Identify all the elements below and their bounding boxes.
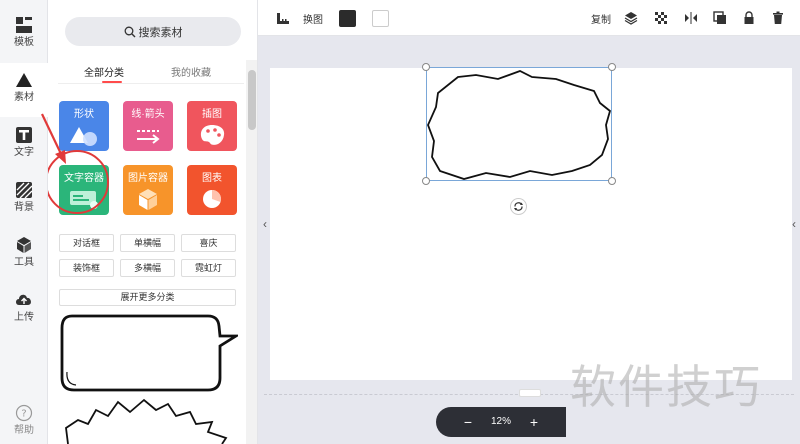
flip-icon[interactable] [684,11,698,25]
active-tab-indicator [102,81,122,83]
resize-handle-bottom-right[interactable] [608,177,616,185]
search-label: 搜索素材 [138,26,183,39]
tile-image-container[interactable]: 图片容器 [123,165,173,215]
annotation-red-arrow [41,113,66,164]
template-icon [16,17,32,33]
prev-page-arrow[interactable]: ‹ [259,214,271,234]
rail-item-template[interactable]: 模板 [0,8,48,62]
resize-handle-bottom-left[interactable] [422,177,430,185]
material-panel: 搜索素材 全部分类 我的收藏 形状 线·箭头 插图 文字容器 图片容器 图表 对… [48,0,258,444]
tile-label: 线·箭头 [131,109,165,120]
tile-label: 插图 [202,109,222,120]
tab-favorites[interactable]: 我的收藏 [171,64,211,79]
rail-label: 模板 [14,37,34,48]
tile-label: 图片容器 [128,173,168,184]
tile-label: 图表 [202,173,222,184]
selection-box[interactable] [426,67,612,181]
tag-festive[interactable]: 喜庆 [181,234,236,252]
triangle-material-icon [16,73,32,87]
panel-scrollbar[interactable] [246,60,257,444]
top-toolbar: 换图 复制 [258,0,800,36]
speech-bubble-item[interactable] [58,312,238,396]
duplicate-icon[interactable] [713,11,727,25]
next-page-arrow[interactable]: ‹ [788,214,800,234]
palette-icon [200,125,225,145]
resize-handle-top-right[interactable] [608,63,616,71]
search-icon [124,26,135,37]
zoom-level: 12% [490,416,511,427]
lock-icon[interactable] [742,11,756,25]
tile-illustration[interactable]: 插图 [187,101,237,151]
rail-item-help[interactable]: ? 帮助 [0,396,48,444]
search-button[interactable]: 搜索素材 [65,17,241,46]
zoom-in-button[interactable]: + [524,412,544,432]
rail-label: 工具 [14,257,34,268]
rail-item-background[interactable]: 背景 [0,173,48,227]
tile-text-container[interactable]: 文字容器 [59,165,109,215]
expand-more-categories-button[interactable]: 展开更多分类 [59,289,236,306]
cube-tool-icon [17,237,31,253]
hatched-background-icon [16,182,33,199]
tag-neon[interactable]: 霓虹灯 [181,259,236,277]
help-circle-icon: ? [15,404,33,422]
tile-label: 文字容器 [64,173,104,184]
tile-line-arrow[interactable]: 线·箭头 [123,101,173,151]
rail-label: 上传 [14,312,34,323]
transparency-icon[interactable] [654,11,668,25]
pie-chart-icon [203,189,222,208]
arrow-icon [137,130,160,144]
copy-button[interactable]: 复制 [591,9,611,27]
delete-icon[interactable] [771,11,785,25]
tag-dialog-box[interactable]: 对话框 [59,234,114,252]
zoom-out-button[interactable]: − [458,412,478,432]
tag-multi-banner[interactable]: 多横幅 [120,259,175,277]
text-T-icon [16,127,32,143]
resize-handle-top-left[interactable] [422,63,430,71]
swap-image-button[interactable]: 换图 [303,9,323,27]
scrollbar-thumb[interactable] [248,70,256,130]
tag-decoration-frame[interactable]: 装饰框 [59,259,114,277]
stroke-color-swatch[interactable] [372,10,389,27]
rail-item-tools[interactable]: 工具 [0,228,48,282]
zoom-control: − 12% + [436,407,566,437]
rail-item-material[interactable]: 素材 [0,63,48,117]
layers-icon[interactable] [624,11,638,25]
explosion-bubble-item[interactable] [58,398,238,444]
category-tabs: 全部分类 我的收藏 [58,60,244,84]
rail-label: 帮助 [14,425,34,436]
left-rail: 模板 素材 文字 背景 工具 上传 ? 帮助 [0,0,48,444]
cube-image-icon [139,189,157,210]
tag-single-banner[interactable]: 单横幅 [120,234,175,252]
fill-color-swatch[interactable] [339,10,356,27]
rail-label: 素材 [14,92,34,103]
text-container-icon [70,191,98,209]
rail-label: 背景 [14,202,34,213]
rail-item-upload[interactable]: 上传 [0,283,48,337]
rotate-handle[interactable] [510,198,527,215]
rotate-icon [514,202,523,211]
ruler-icon[interactable] [276,11,290,25]
svg-text:?: ? [21,409,26,420]
page-resize-handle[interactable] [519,389,541,397]
tile-chart[interactable]: 图表 [187,165,237,215]
cloud-upload-icon [16,294,31,305]
tab-all-categories[interactable]: 全部分类 [84,64,124,79]
